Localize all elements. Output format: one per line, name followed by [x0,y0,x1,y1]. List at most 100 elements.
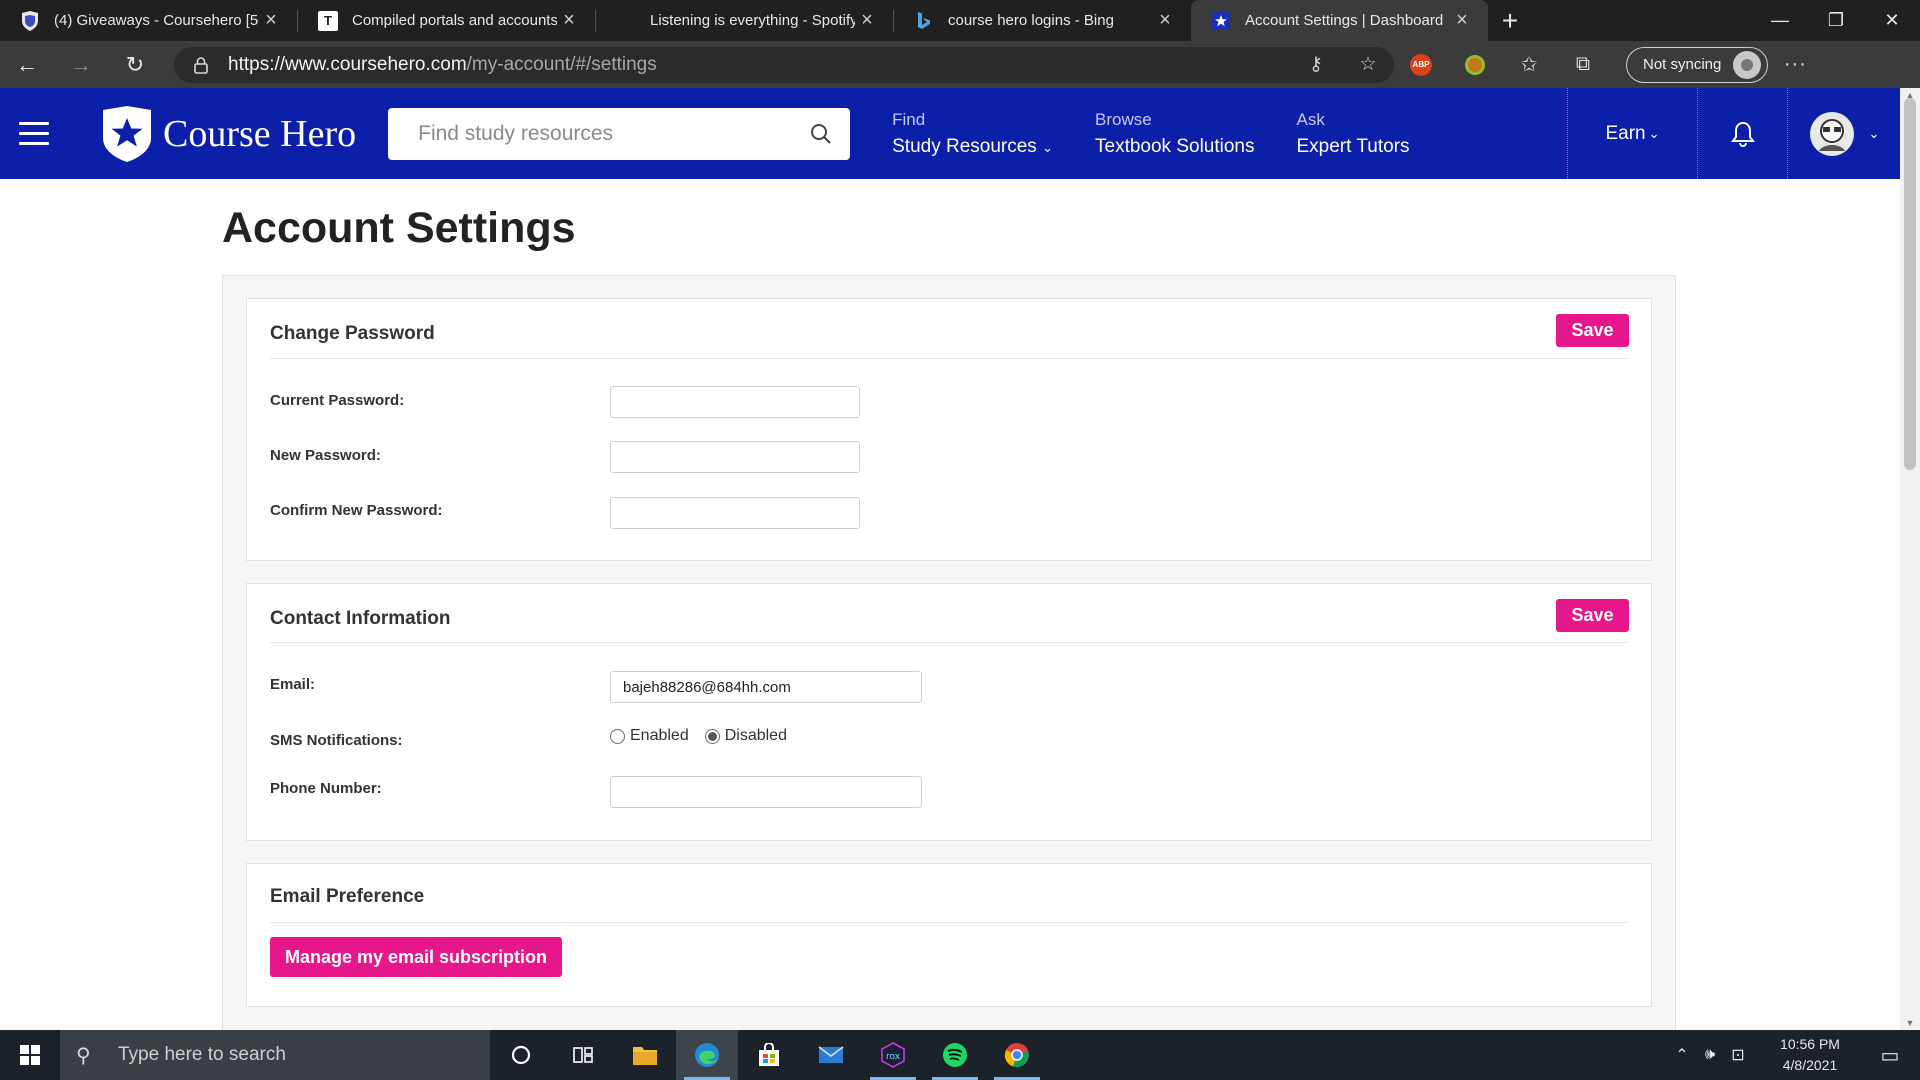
nav-browse-textbook-solutions[interactable]: Browse Textbook Solutions [1095,110,1255,158]
back-arrow-icon[interactable]: ← [0,52,54,78]
chevron-up-icon[interactable]: ⌃ [1668,1045,1696,1065]
nav-small-label: Find [892,109,926,129]
chrome-icon[interactable] [986,1030,1048,1080]
close-tab-icon[interactable]: × [855,9,879,32]
minimize-icon[interactable]: — [1752,0,1808,41]
browser-tab-bing[interactable]: course hero logins - Bing × [894,0,1191,41]
tab-title: Account Settings | Dashboard [1245,12,1444,29]
svg-text:rox: rox [886,1052,901,1062]
sms-enabled-label[interactable]: Enabled [630,727,689,745]
collections-icon[interactable]: ⧉ [1556,53,1610,76]
forward-arrow-icon[interactable]: → [54,52,108,78]
blank-favicon-icon [616,11,636,31]
key-icon[interactable]: ⚷ [1290,53,1342,76]
task-view-icon[interactable] [552,1030,614,1080]
tab-title: course hero logins - Bing [948,12,1114,29]
volume-icon[interactable]: 🕪 [1696,1046,1724,1064]
file-explorer-icon[interactable] [614,1030,676,1080]
adblock-extension-icon[interactable]: ABP [1394,53,1448,76]
new-password-field[interactable] [610,441,860,473]
nav-find-study-resources[interactable]: Find Study Resources ⌄ [892,110,1053,158]
tab-title: Compiled portals and accounts - [352,12,557,29]
phone-number-field[interactable] [610,776,922,808]
hamburger-menu-icon[interactable] [19,122,49,145]
contact-information-card: Contact Information Save Email: SMS Noti… [246,583,1652,841]
url-path: /my-account/#/settings [466,53,657,75]
spotify-icon[interactable] [924,1030,986,1080]
store-icon[interactable] [738,1030,800,1080]
chevron-down-icon: ⌄ [1648,125,1660,141]
network-icon[interactable]: ⊡ [1724,1045,1752,1065]
system-clock[interactable]: 10:56 PM 4/8/2021 [1760,1034,1860,1076]
course-hero-logo[interactable]: Course Hero [101,105,357,162]
change-password-card: Change Password Save Current Password: N… [246,298,1652,561]
refresh-icon[interactable]: ↻ [108,52,162,78]
phone-number-label: Phone Number: [270,780,382,797]
address-bar[interactable]: https://www.coursehero.com/my-account/#/… [174,46,1394,83]
confirm-password-label: Confirm New Password: [270,502,443,519]
profile-sync-button[interactable]: Not syncing [1626,46,1769,83]
sms-enabled-radio[interactable] [610,728,625,744]
bing-favicon-icon [914,11,934,31]
clock-time: 10:56 PM [1780,1036,1840,1052]
browser-tab-account-settings[interactable]: Account Settings | Dashboard × [1191,0,1488,41]
favorites-icon[interactable]: ✩ [1502,52,1556,77]
site-search-box[interactable] [388,107,851,160]
email-field[interactable] [610,671,922,703]
sync-label: Not syncing [1643,56,1722,73]
close-tab-icon[interactable]: × [259,9,283,32]
cortana-icon[interactable] [490,1030,552,1080]
user-avatar-menu[interactable]: ⌄ [1787,88,1900,179]
nav-ask-expert-tutors[interactable]: Ask Expert Tutors [1297,110,1410,158]
action-center-icon[interactable]: ▭ [1860,1043,1920,1068]
browser-tab-compiled[interactable]: T Compiled portals and accounts - × [298,0,595,41]
nav-main-label: Expert Tutors [1296,135,1410,157]
rox-icon[interactable]: rox [862,1030,924,1080]
card-title: Email Preference [270,886,425,907]
sms-disabled-radio[interactable] [704,728,720,744]
nav-small-label: Browse [1095,109,1152,129]
user-avatar-icon [1809,111,1854,156]
chevron-down-icon: ⌄ [1042,139,1053,155]
scroll-down-arrow-icon[interactable]: ▼ [1900,1018,1920,1028]
windows-start-icon[interactable] [0,1030,60,1080]
window-controls: — ❐ ✕ [1752,0,1920,41]
confirm-password-field[interactable] [610,497,860,529]
close-window-icon[interactable]: ✕ [1864,0,1920,41]
lock-icon[interactable] [192,56,210,74]
sms-disabled-label[interactable]: Disabled [725,727,787,745]
add-favorite-icon[interactable]: ☆ [1342,53,1394,76]
close-tab-icon[interactable]: × [1450,9,1474,32]
mail-icon[interactable] [800,1030,862,1080]
clock-date: 4/8/2021 [1782,1057,1838,1073]
honey-extension-icon[interactable] [1448,54,1502,75]
current-password-field[interactable] [610,386,860,418]
brand-name: Course Hero [163,112,357,155]
tab-title: (4) Giveaways - Coursehero [50 u [54,12,259,29]
save-password-button[interactable]: Save [1556,314,1629,347]
search-icon[interactable] [810,123,832,145]
restore-icon[interactable]: ❐ [1808,0,1864,41]
manage-email-subscription-button[interactable]: Manage my email subscription [270,937,562,977]
close-tab-icon[interactable]: × [1153,9,1177,32]
notifications-bell-icon[interactable] [1697,88,1787,179]
card-title: Contact Information [270,608,451,629]
new-tab-button[interactable]: + [1488,0,1532,41]
scrollbar-thumb[interactable] [1904,98,1916,470]
nav-small-label: Ask [1296,109,1325,129]
page-scrollbar[interactable]: ▲ ▼ [1900,88,1920,1030]
browser-tab-spotify[interactable]: Listening is everything - Spotify × [596,0,893,41]
browser-toolbar: ← → ↻ https://www.coursehero.com/my-acco… [0,41,1920,88]
earn-menu[interactable]: Earn ⌄ [1567,88,1697,179]
save-contact-button[interactable]: Save [1556,599,1629,632]
more-menu-icon[interactable]: ··· [1768,53,1822,76]
email-label: Email: [270,676,316,693]
edge-icon[interactable] [676,1030,738,1080]
browser-tab-giveaways[interactable]: (4) Giveaways - Coursehero [50 u × [0,0,297,41]
star-favicon-icon [1211,11,1231,31]
taskbar-search-box[interactable]: ⚲ Type here to search [60,1030,490,1080]
new-password-label: New Password: [270,447,381,464]
close-tab-icon[interactable]: × [557,9,581,32]
search-input[interactable] [418,121,811,146]
shield-star-logo-icon [103,105,151,162]
